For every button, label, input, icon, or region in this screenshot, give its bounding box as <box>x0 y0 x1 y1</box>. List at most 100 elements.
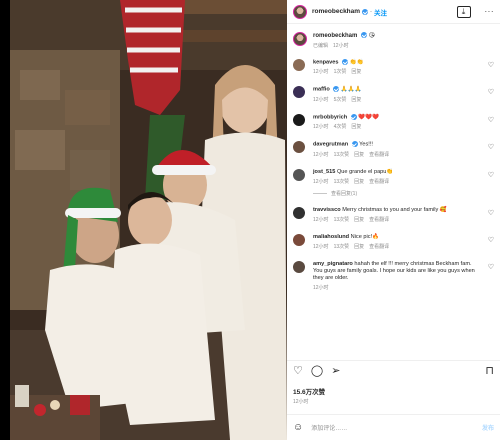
comment-likes[interactable]: 5次赞 <box>334 97 347 103</box>
comment-avatar[interactable] <box>293 141 305 154</box>
comment-likes[interactable]: 13次赞 <box>334 179 350 185</box>
comment-item: kenpaves 👏👏 12小时 1次赞 回复 ♡ <box>287 59 500 76</box>
comment-avatar[interactable] <box>293 233 305 246</box>
caption-text: 😘 <box>368 33 375 39</box>
like-comment-heart-icon[interactable]: ♡ <box>488 88 494 96</box>
caption-username[interactable]: romeobeckham <box>313 33 357 39</box>
comment-input[interactable]: 添加评论…… <box>311 423 347 432</box>
comment-item: jost_515 Que grande el papu👏 12小时 13次赞 回复查… <box>287 168 500 186</box>
follow-button[interactable]: 关注 <box>374 7 387 17</box>
comment-item: travvissco Merry christmas to you and yo… <box>287 206 500 224</box>
comment-bubble-icon[interactable]: ◯ <box>311 364 323 377</box>
comment-text: Merry christmas to you and your family 🥰 <box>342 206 447 213</box>
verified-badge-icon <box>361 32 368 39</box>
comment-item: amy_pignataro hahah the elf !!! merry ch… <box>287 260 500 292</box>
post-photo[interactable] <box>10 0 287 440</box>
verified-badge-icon <box>342 59 349 65</box>
comment-username[interactable]: kenpaves <box>313 59 339 65</box>
comment-text: 🙏🙏🙏 <box>340 86 362 93</box>
verified-badge-icon <box>362 8 369 15</box>
like-comment-heart-icon[interactable]: ♡ <box>488 61 494 69</box>
caption-edited: 已编辑 <box>313 43 329 49</box>
verified-badge-icon <box>350 113 357 120</box>
like-comment-heart-icon[interactable]: ♡ <box>488 209 494 217</box>
post-sidebar: romeobeckham · 关注 ⤓ ··· romeobeckham 😘 已… <box>287 0 500 440</box>
share-send-icon[interactable]: ➢ <box>331 364 340 377</box>
comment-avatar[interactable] <box>293 59 305 71</box>
comment-text: Nice pic!🔥 <box>350 233 380 240</box>
comment-time: 12小时 <box>313 69 329 76</box>
comments-list[interactable]: romeobeckham 😘 已编辑 12小时 kenpaves 👏👏 12小时… <box>287 28 500 358</box>
comment-likes[interactable]: 13次赞 <box>334 217 350 223</box>
comment-text: Que grande el papu👏 <box>336 168 394 175</box>
comment-avatar[interactable] <box>293 206 305 219</box>
comment-username[interactable]: amy_pignataro <box>313 261 353 267</box>
likes-count[interactable]: 15.6万次赞 <box>293 386 325 396</box>
post-header: romeobeckham · 关注 ⤓ ··· <box>287 0 500 24</box>
comment-time: 12小时 <box>313 216 329 223</box>
like-comment-heart-icon[interactable]: ♡ <box>488 116 494 124</box>
caption-time: 12小时 <box>333 43 349 49</box>
comment-likes[interactable]: 4次赞 <box>334 124 347 130</box>
like-heart-icon[interactable]: ♡ <box>293 364 303 377</box>
separator-dot: · <box>370 8 373 15</box>
see-translation-link[interactable]: 查看翻译 <box>369 152 389 158</box>
comment-likes[interactable]: 13次赞 <box>334 152 350 158</box>
comment-avatar[interactable] <box>293 86 305 99</box>
more-options-icon[interactable]: ··· <box>485 7 495 16</box>
comment-avatar[interactable] <box>293 113 305 126</box>
comment-username[interactable]: jost_515 <box>313 169 335 175</box>
comment-text: Yes!!! <box>359 141 373 148</box>
comment-username[interactable]: davegrutman <box>313 142 348 148</box>
comment-username[interactable]: travvissco <box>313 207 341 213</box>
reply-button[interactable]: 回复 <box>354 244 364 250</box>
like-comment-heart-icon[interactable]: ♡ <box>488 143 494 151</box>
header-username[interactable]: romeobeckham <box>312 8 360 15</box>
comment-text: 👏👏 <box>349 59 364 66</box>
see-translation-link[interactable]: 查看翻译 <box>369 244 389 250</box>
comment-username[interactable]: mrbobbyrich <box>313 114 347 120</box>
emoji-icon[interactable]: ☺ <box>293 422 303 433</box>
comment-time: 12小时 <box>313 124 329 131</box>
like-comment-heart-icon[interactable]: ♡ <box>488 236 494 244</box>
comment-text: ❤️❤️❤️ <box>358 114 380 121</box>
post-time: 12小时 <box>293 399 309 405</box>
comment-item: davegrutman Yes!!! 12小时 13次赞 回复 查看翻译 ♡ <box>287 141 500 158</box>
verified-badge-icon <box>333 86 340 93</box>
add-comment-bar: ☺ 添加评论…… 发布 <box>287 414 500 440</box>
reply-button[interactable]: 回复 <box>354 152 364 158</box>
comment-avatar[interactable] <box>293 168 305 181</box>
reply-button[interactable]: 回复 <box>354 179 364 185</box>
see-translation-link[interactable]: 查看翻译 <box>369 179 389 185</box>
comment-likes[interactable]: 1次赞 <box>334 69 347 75</box>
caption-avatar[interactable] <box>293 32 307 46</box>
reply-button[interactable]: 回复 <box>351 69 361 75</box>
comment-item: maliahoslund Nice pic!🔥 12小时 13次赞 回复 查看翻译 ♡ <box>287 233 500 251</box>
avatar[interactable] <box>293 4 307 19</box>
like-comment-heart-icon[interactable]: ♡ <box>488 263 494 271</box>
bookmark-icon[interactable]: ⊓ <box>485 364 494 377</box>
reply-button[interactable]: 回复 <box>351 124 361 130</box>
comment-item: mrbobbyrich ❤️❤️❤️ 12小时 4次赞 回复 ♡ <box>287 113 500 131</box>
post-actions-bar: ♡ ◯ ➢ ⊓ <box>287 360 500 380</box>
comment-username[interactable]: maffio <box>313 87 330 93</box>
family-christmas-photo <box>10 0 287 440</box>
like-comment-heart-icon[interactable]: ♡ <box>488 171 494 179</box>
view-replies-link[interactable]: 查看回复(1) <box>287 190 500 197</box>
comment-avatar[interactable] <box>293 260 305 273</box>
post-comment-button[interactable]: 发布 <box>482 423 494 432</box>
reply-button[interactable]: 回复 <box>354 217 364 223</box>
reply-button[interactable]: 回复 <box>351 97 361 103</box>
comment-likes[interactable]: 13次赞 <box>334 244 350 250</box>
comment-item: maffio 🙏🙏🙏 12小时 5次赞 回复 ♡ <box>287 86 500 103</box>
download-icon[interactable]: ⤓ <box>456 5 471 18</box>
comment-time: 12小时 <box>313 178 329 185</box>
comment-username[interactable]: maliahoslund <box>313 234 349 240</box>
comment-time: 12小时 <box>313 151 329 158</box>
instagram-post-modal: romeobeckham · 关注 ⤓ ··· romeobeckham 😘 已… <box>0 0 500 440</box>
verified-badge-icon <box>351 141 358 148</box>
see-translation-link[interactable]: 查看翻译 <box>369 217 389 223</box>
comment-time: 12小时 <box>313 243 329 250</box>
post-caption: romeobeckham 😘 已编辑 12小时 <box>287 28 500 53</box>
comment-time: 12小时 <box>313 96 329 103</box>
